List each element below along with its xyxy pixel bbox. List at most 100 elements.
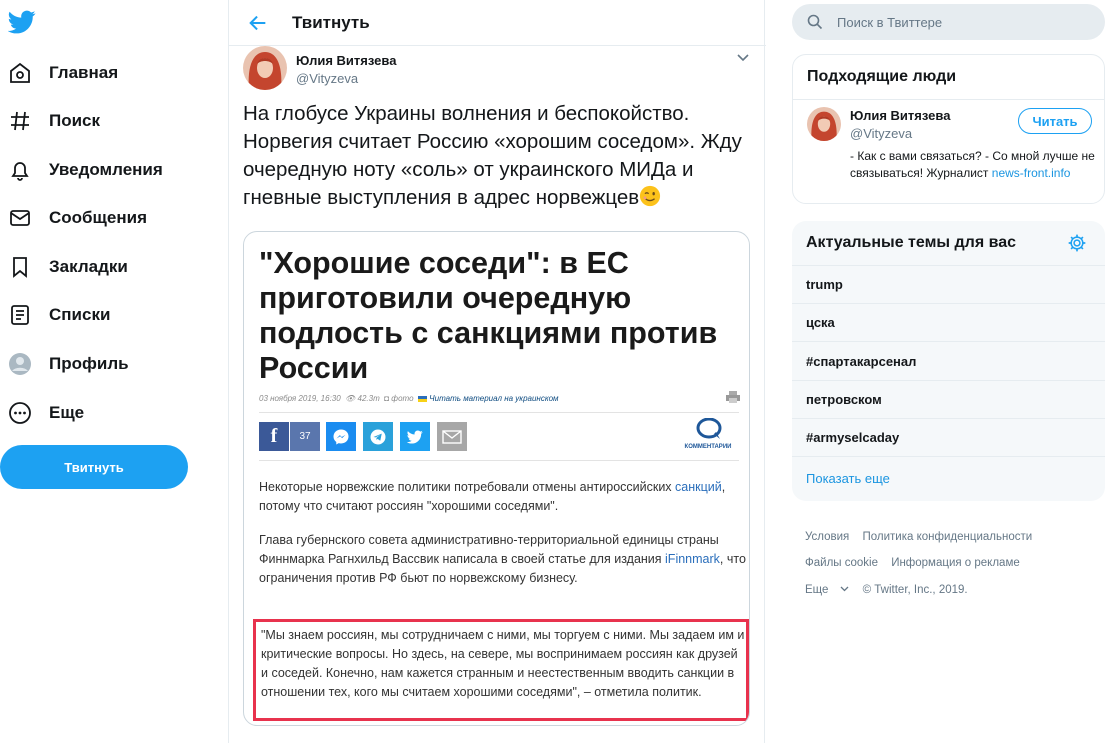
print-icon [726,391,740,403]
twitter-logo-icon[interactable] [8,8,36,36]
divider [259,412,739,413]
nav-messages-label: Сообщения [49,208,147,227]
ads-info-link[interactable]: Информация о рекламе [891,557,1020,569]
page-title: Твитнуть [292,13,370,32]
nav-home-label: Главная [49,63,119,82]
search-input[interactable]: Поиск в Твиттере [837,15,942,30]
comments-label: КОММЕНТАРИИ [684,444,732,450]
cookies-link[interactable]: Файлы cookie [805,557,878,569]
camera-icon: ◘ [384,394,390,403]
suggested-user-bio: - Как с вами связаться? - Со мной лучше … [850,148,1095,182]
hashtag-icon [11,111,29,131]
article-date: 03 ноября 2019, 16:30 [259,394,341,403]
search-bar[interactable]: Поиск в Твиттере [792,4,1105,40]
nav-explore-label: Поиск [49,111,101,130]
trends-title: Актуальные темы для вас [806,234,1017,251]
tweet-text: На глобусе Украины волнения и беспокойст… [243,100,753,212]
trend-item[interactable]: trump [806,277,843,292]
divider [792,418,1105,419]
paragraph-text: Некоторые норвежские политики потребовал… [259,480,676,494]
suggested-user-avatar[interactable] [807,107,841,141]
article-title: "Хорошие соседи": в ЕС приготовили очере… [259,246,718,385]
trends-panel: Актуальные темы для вас trump цска #спар… [792,221,1105,501]
chevron-down-icon[interactable] [736,53,750,63]
article-meta: 03 ноября 2019, 16:30 👁 42.3т ◘ фото Чит… [259,394,559,403]
copyright: © Twitter, Inc., 2019. [862,584,968,596]
article-paragraph: Некоторые норвежские политики потребовал… [259,478,749,516]
who-to-follow-title: Подходящие люди [807,68,957,85]
nav-notifications-label: Уведомления [49,160,163,179]
trend-item[interactable]: #armyselcaday [806,430,899,445]
read-ukrainian-link: Читать материал на украинском [429,394,559,403]
main-column: Твитнуть Юлия Витязева @Vityzeva На глоб… [228,0,766,743]
email-share-icon [437,422,467,451]
avatar-icon [9,353,31,375]
facebook-share-count: 37 [290,422,320,451]
nav-lists-label: Списки [49,305,111,324]
divider [792,456,1105,457]
envelope-icon [10,210,30,226]
ukraine-flag-icon [418,396,427,402]
winking-face-icon [640,185,661,207]
ifinnmark-link: iFinnmark [665,552,720,566]
nav-bookmarks-label: Закладки [49,257,128,276]
paragraph-text: Глава губернского совета административно… [259,533,719,566]
footer-row: Файлы cookie Информация о рекламе [805,557,1030,569]
divider [792,265,1105,266]
sanctions-link: санкций [675,480,722,494]
nav-more-label: Еще [49,403,85,422]
tweet-button[interactable]: Твитнуть [0,445,188,489]
gear-icon[interactable] [1067,233,1087,253]
footer-more-label: Еще [805,584,829,596]
author-name[interactable]: Юлия Витязева [296,53,396,68]
author-handle[interactable]: @Vityzeva [296,71,358,86]
tweet-body: На глобусе Украины волнения и беспокойст… [243,102,742,209]
show-more-trends-link[interactable]: Показать еще [806,471,890,486]
bell-icon [11,162,29,181]
suggested-user-name[interactable]: Юлия Витязева [850,108,950,123]
who-to-follow-panel: Подходящие люди Юлия Витязева @Vityzeva … [792,54,1105,204]
divider [792,303,1105,304]
eye-icon: 👁 [345,394,356,403]
divider [792,341,1105,342]
footer-row: Еще © Twitter, Inc., 2019. [805,584,978,596]
suggested-user-handle[interactable]: @Vityzeva [850,126,912,141]
nav-profile-label: Профиль [49,354,129,373]
twitter-share-icon [400,422,430,451]
article-views: 42.3т [357,394,380,403]
comment-bubble-icon [696,418,722,439]
trend-item[interactable]: #спартакарсенал [806,354,916,369]
author-photo [243,46,287,90]
suggested-user-photo [807,107,841,141]
follow-button[interactable]: Читать [1018,108,1092,134]
footer-row: Условия Политика конфиденциальности [805,531,1042,543]
quote-text: "Мы знаем россиян, мы сотрудничаем с ним… [261,628,745,699]
home-icon [10,62,30,83]
column-header: Твитнуть [229,0,766,46]
facebook-share-icon: f [259,422,289,451]
bookmark-icon [13,257,27,278]
article-photo-label: фото [391,394,414,403]
divider [259,460,739,461]
terms-link[interactable]: Условия [805,531,849,543]
divider [793,99,1104,100]
trend-item[interactable]: петровском [806,392,882,407]
back-arrow-icon[interactable] [247,12,269,34]
highlighted-quote: "Мы знаем россиян, мы сотрудничаем с ним… [253,619,749,721]
tweet-image[interactable]: "Хорошие соседи": в ЕС приготовили очере… [243,231,750,726]
search-icon [807,14,823,30]
messenger-share-icon [326,422,356,451]
left-sidebar: Главная Поиск Уведомления Сообщения Закл… [0,0,228,743]
bio-link[interactable]: news-front.info [992,166,1071,180]
divider [792,380,1105,381]
more-icon [9,402,31,424]
author-avatar[interactable] [243,46,287,90]
comments-link: КОММЕНТАРИИ [676,418,740,454]
privacy-link[interactable]: Политика конфиденциальности [863,531,1033,543]
article-paragraph: Глава губернского совета административно… [259,531,749,588]
list-icon [11,305,29,325]
chevron-down-icon [840,586,849,592]
trend-item[interactable]: цска [806,315,835,330]
telegram-share-icon [363,422,393,451]
footer-more-link[interactable]: Еще [805,584,849,596]
